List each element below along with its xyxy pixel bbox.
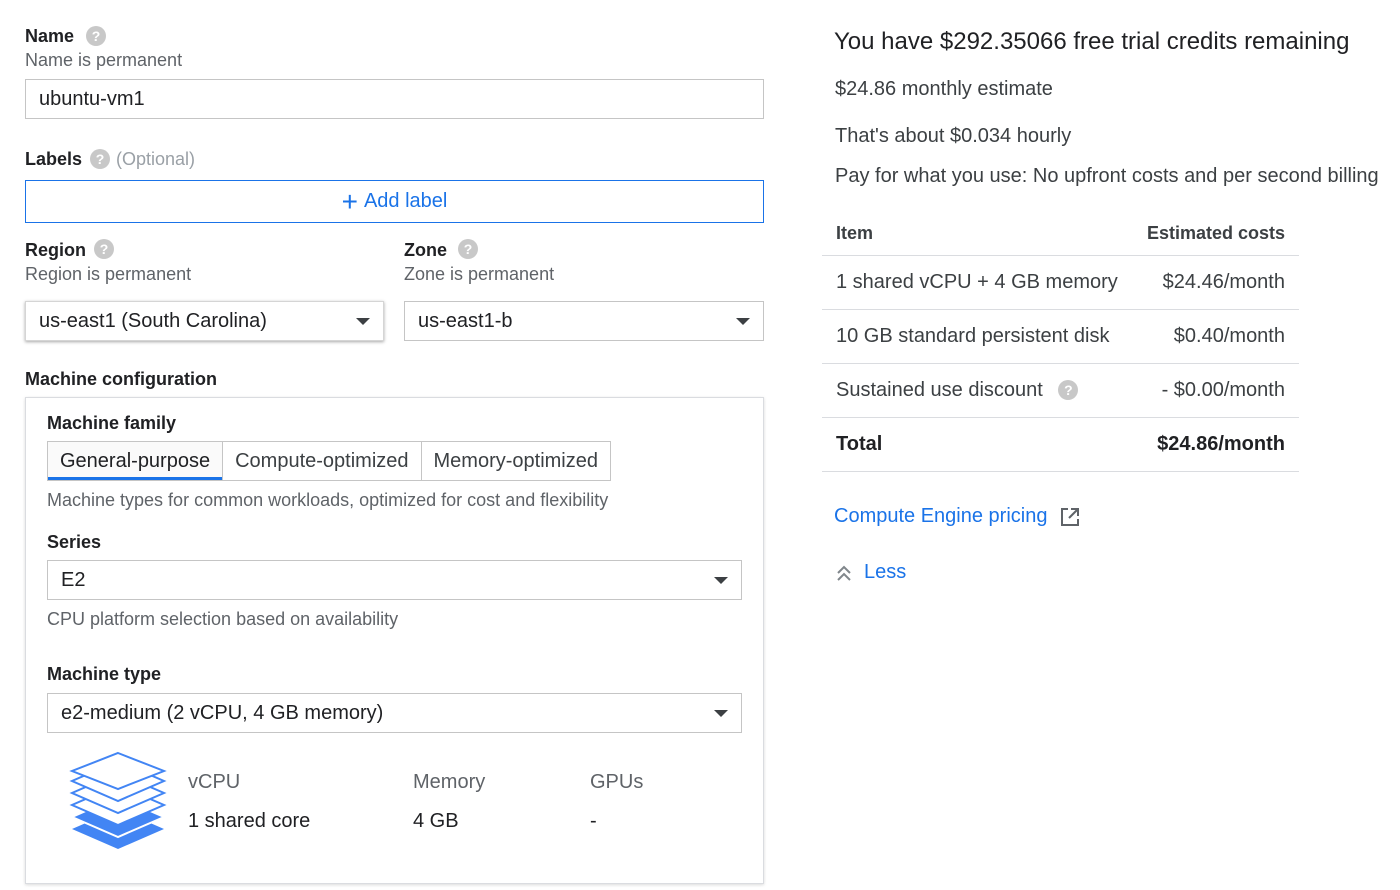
row-item-cell: Sustained use discount ?	[822, 363, 1133, 418]
less-toggle[interactable]: Less	[836, 561, 906, 584]
labels-optional: (Optional)	[116, 149, 196, 169]
col-estimated-costs: Estimated costs	[1132, 213, 1299, 256]
row-item: 10 GB standard persistent disk	[822, 309, 1133, 364]
vcpu-value: 1 shared core	[188, 810, 311, 832]
row-cost: - $0.00/month	[1132, 363, 1299, 418]
machine-family-tabs: General-purpose Compute-optimized Memory…	[47, 441, 611, 481]
help-icon[interactable]: ?	[90, 149, 110, 169]
total-cost: $24.86/month	[1132, 417, 1299, 472]
cost-table: Item Estimated costs 1 shared vCPU + 4 G…	[822, 213, 1299, 472]
machine-type-label: Machine type	[47, 664, 162, 684]
machine-type-select[interactable]: e2-medium (2 vCPU, 4 GB memory)	[47, 693, 742, 733]
dropdown-arrow-icon	[714, 709, 728, 717]
pricing-link-text: Compute Engine pricing	[834, 505, 1048, 527]
name-hint: Name is permanent	[25, 50, 183, 70]
machine-config-heading: Machine configuration	[25, 369, 218, 389]
hourly-estimate: That's about $0.034 hourly	[835, 125, 1072, 147]
labels-label: Labels	[25, 149, 83, 169]
region-label: Region	[25, 240, 86, 260]
table-row: 1 shared vCPU + 4 GB memory $24.46/month	[822, 255, 1299, 310]
series-select[interactable]: E2	[47, 560, 742, 600]
machine-family-label: Machine family	[47, 413, 177, 433]
machine-config-card: Machine family General-purpose Compute-o…	[25, 397, 764, 884]
help-icon[interactable]: ?	[86, 26, 106, 46]
dropdown-arrow-icon	[714, 576, 728, 584]
memory-header: Memory	[413, 771, 486, 793]
name-input[interactable]: ubuntu-vm1	[25, 79, 764, 119]
machine-stack-icon	[69, 751, 167, 849]
name-input-value: ubuntu-vm1	[39, 87, 145, 110]
vcpu-header: vCPU	[188, 771, 241, 793]
compute-engine-pricing-link[interactable]: Compute Engine pricing	[834, 505, 1081, 528]
name-label: Name	[25, 26, 75, 46]
add-label-button[interactable]: + Add label	[25, 180, 764, 223]
credits-remaining: You have $292.35066 free trial credits r…	[834, 28, 1350, 55]
billing-note: Pay for what you use: No upfront costs a…	[835, 165, 1379, 187]
region-select-value: us-east1 (South Carolina)	[39, 309, 267, 332]
help-icon[interactable]: ?	[94, 239, 114, 259]
dropdown-arrow-icon	[736, 317, 750, 325]
total-row: Total $24.86/month	[822, 417, 1299, 472]
tab-general-purpose[interactable]: General-purpose	[48, 442, 224, 480]
plus-icon: +	[341, 185, 358, 217]
tab-memory-optimized[interactable]: Memory-optimized	[422, 442, 610, 480]
row-item: 1 shared vCPU + 4 GB memory	[822, 255, 1133, 310]
row-cost: $0.40/month	[1132, 309, 1299, 364]
add-label-text: Add label	[363, 190, 448, 212]
series-label: Series	[47, 532, 102, 552]
zone-select-value: us-east1-b	[418, 309, 513, 332]
row-item: Sustained use discount	[836, 378, 1043, 401]
machine-family-desc: Machine types for common workloads, opti…	[47, 490, 609, 510]
machine-type-select-value: e2-medium (2 vCPU, 4 GB memory)	[61, 701, 384, 724]
help-icon[interactable]: ?	[1058, 380, 1079, 401]
total-label: Total	[822, 417, 1133, 472]
region-hint: Region is permanent	[25, 264, 192, 284]
gpus-value: -	[590, 810, 597, 832]
tab-compute-optimized[interactable]: Compute-optimized	[223, 442, 422, 480]
dropdown-arrow-icon	[356, 317, 370, 325]
gpus-header: GPUs	[590, 771, 644, 793]
col-item: Item	[822, 213, 1133, 256]
zone-hint: Zone is permanent	[404, 264, 555, 284]
monthly-estimate: $24.86 monthly estimate	[835, 78, 1053, 100]
external-link-icon	[1061, 507, 1080, 526]
zone-select[interactable]: us-east1-b	[404, 301, 764, 341]
table-row: 10 GB standard persistent disk $0.40/mon…	[822, 309, 1299, 364]
zone-label: Zone	[404, 240, 447, 260]
series-select-value: E2	[61, 568, 86, 591]
chevron-up-double-icon	[837, 565, 851, 581]
row-cost: $24.46/month	[1132, 255, 1299, 310]
help-icon[interactable]: ?	[458, 239, 478, 259]
region-select[interactable]: us-east1 (South Carolina)	[25, 301, 384, 341]
table-row: Sustained use discount ? - $0.00/month	[822, 363, 1299, 418]
table-header-row: Item Estimated costs	[822, 213, 1299, 256]
memory-value: 4 GB	[413, 810, 459, 832]
less-link-text: Less	[864, 561, 907, 583]
series-desc: CPU platform selection based on availabi…	[47, 609, 399, 629]
